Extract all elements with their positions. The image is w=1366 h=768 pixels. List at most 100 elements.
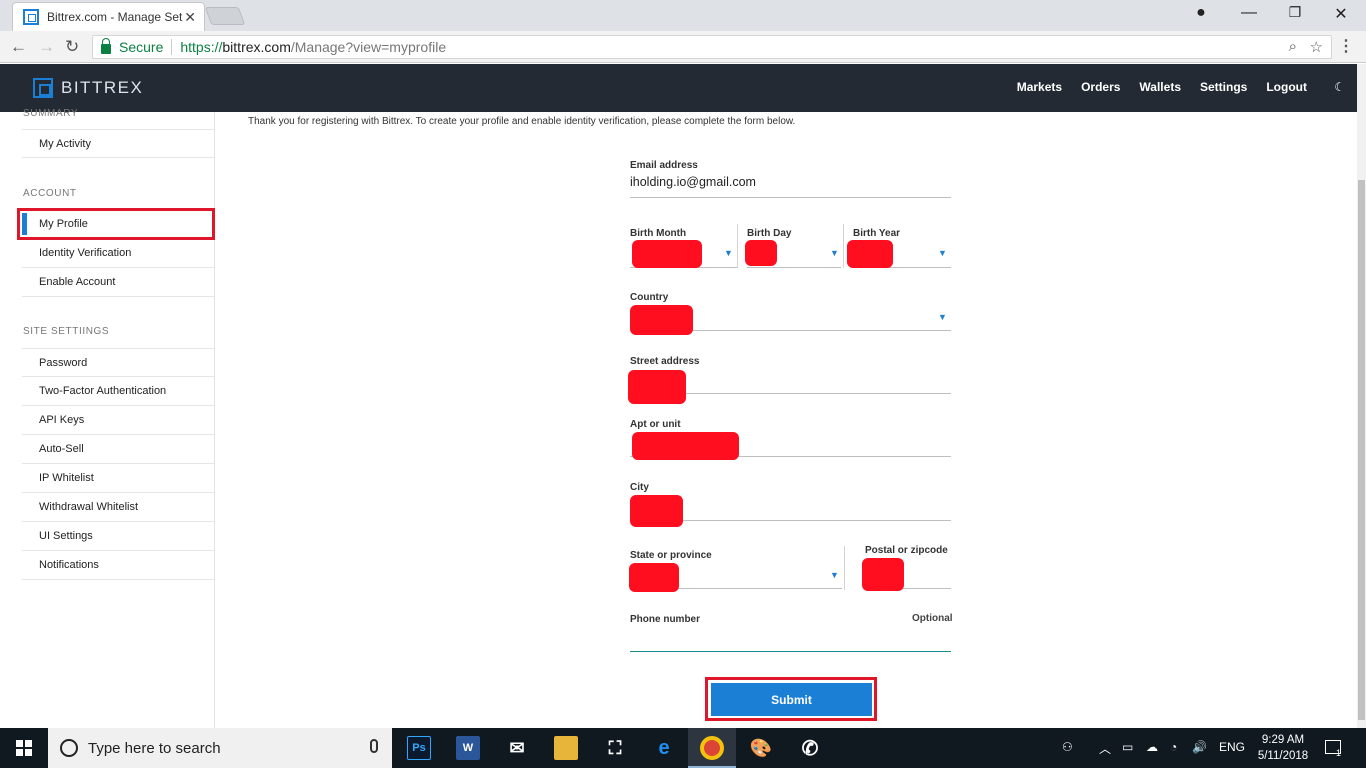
sidebar-item-password[interactable]: Password <box>22 348 214 377</box>
logo-text: BITTREX <box>61 78 144 97</box>
profile-icon[interactable]: ● <box>1186 4 1216 22</box>
browser-tab-bar: Bittrex.com - Manage Set ✕ ● — ❐ ✕ <box>0 0 1366 31</box>
birth-month-chevron-icon: ▼ <box>724 248 733 258</box>
sidebar-item-enable-account[interactable]: Enable Account <box>22 268 214 297</box>
windows-logo-icon <box>16 740 32 756</box>
address-divider <box>171 39 173 55</box>
nav-settings[interactable]: Settings <box>1200 80 1247 94</box>
taskbar-search[interactable]: Type here to search <box>48 728 392 768</box>
phone-icon[interactable]: ✆ <box>798 736 822 760</box>
battery-icon[interactable]: ▭ <box>1122 740 1133 754</box>
bookmark-star-icon[interactable]: ☆ <box>1310 38 1323 56</box>
account-heading: ACCOUNT <box>23 188 77 199</box>
url-path: /Manage?view=myprofile <box>290 39 447 55</box>
volume-icon[interactable]: 🔊 <box>1192 740 1207 754</box>
bittrex-favicon-icon <box>23 9 39 25</box>
nav-wallets[interactable]: Wallets <box>1139 80 1181 94</box>
close-tab-icon[interactable]: ✕ <box>184 9 196 26</box>
sidebar-item-api-keys[interactable]: API Keys <box>22 406 214 435</box>
email-value: iholding.io@gmail.com <box>630 175 756 189</box>
intro-text: Thank you for registering with Bittrex. … <box>248 116 796 127</box>
redacted-postal-code <box>862 558 904 591</box>
top-nav: Markets Orders Wallets Settings Logout <box>998 80 1307 94</box>
birth-day-chevron-icon: ▼ <box>830 248 839 258</box>
bittrex-logo-icon <box>33 78 53 98</box>
submit-button[interactable]: Submit <box>711 683 872 716</box>
street-address-label: Street address <box>630 356 700 367</box>
tray-expand-icon[interactable]: ︿ <box>1099 740 1111 757</box>
minimize-icon[interactable]: — <box>1234 4 1264 22</box>
notification-count: 1 <box>1336 748 1342 758</box>
birth-year-chevron-icon: ▼ <box>938 248 947 258</box>
birth-divider-2 <box>843 224 844 268</box>
back-icon[interactable]: ← <box>10 37 27 57</box>
phone-optional-label: Optional <box>912 613 953 624</box>
browser-tab[interactable]: Bittrex.com - Manage Set ✕ <box>12 2 205 31</box>
start-button[interactable] <box>0 728 48 768</box>
people-icon[interactable]: ⚇ <box>1062 740 1073 754</box>
sidebar-item-auto-sell[interactable]: Auto-Sell <box>22 435 214 464</box>
url-host: bittrex.com <box>222 39 291 55</box>
paint-icon[interactable]: 🎨 <box>749 736 773 760</box>
chrome-icon[interactable] <box>700 736 724 760</box>
photoshop-icon[interactable]: Ps <box>407 736 431 760</box>
phone-number-field[interactable]: Phone number <box>630 614 951 652</box>
edge-icon[interactable]: e <box>652 736 676 760</box>
close-window-icon[interactable]: ✕ <box>1326 4 1356 24</box>
sidebar-item-two-factor[interactable]: Two-Factor Authentication <box>22 377 214 406</box>
mail-icon[interactable]: ✉ <box>505 736 529 760</box>
tab-title: Bittrex.com - Manage Set <box>47 10 183 24</box>
bittrex-logo[interactable]: BITTREX <box>33 78 143 98</box>
country-label: Country <box>630 292 669 303</box>
address-bar[interactable]: Secure https:// bittrex.com /Manage?view… <box>92 35 1332 59</box>
site-header: BITTREX Markets Orders Wallets Settings … <box>0 64 1357 112</box>
zoom-icon[interactable]: ⌕ <box>1289 38 1297 55</box>
moon-icon[interactable]: ☾ <box>1334 80 1345 94</box>
nav-orders[interactable]: Orders <box>1081 80 1120 94</box>
birth-divider-1 <box>737 224 738 268</box>
onedrive-icon[interactable]: ☁ <box>1146 740 1158 754</box>
forward-icon[interactable]: → <box>38 37 55 57</box>
taskbar-search-placeholder: Type here to search <box>88 739 221 757</box>
sidebar-item-ip-whitelist[interactable]: IP Whitelist <box>22 464 214 493</box>
taskbar-clock[interactable]: 9:29 AM 5/11/2018 <box>1248 732 1318 764</box>
language-indicator[interactable]: ENG <box>1219 740 1245 754</box>
sidebar-item-notifications[interactable]: Notifications <box>22 551 214 580</box>
restore-icon[interactable]: ❐ <box>1280 4 1310 21</box>
redacted-apt-unit <box>632 432 739 460</box>
store-icon[interactable]: ⛶ <box>603 736 627 760</box>
browser-menu-icon[interactable]: ⋮ <box>1338 36 1354 56</box>
redacted-birth-month <box>632 240 702 268</box>
apt-unit-label: Apt or unit <box>630 419 681 430</box>
cortana-icon <box>60 739 78 757</box>
sidebar-item-my-activity[interactable]: My Activity <box>22 129 214 158</box>
nav-logout[interactable]: Logout <box>1266 80 1307 94</box>
birth-month-label: Birth Month <box>630 228 687 239</box>
state-chevron-icon: ▼ <box>830 570 839 580</box>
microphone-icon[interactable] <box>370 739 378 753</box>
redacted-state <box>629 563 679 592</box>
state-postal-divider <box>844 546 845 590</box>
page-scrollbar[interactable] <box>1357 64 1366 728</box>
settings-sidebar: SUMMARY My Activity ACCOUNT My Profile I… <box>0 108 215 728</box>
sidebar-item-withdrawal-whitelist[interactable]: Withdrawal Whitelist <box>22 493 214 522</box>
sidebar-item-identity-verification[interactable]: Identity Verification <box>22 239 214 268</box>
email-label: Email address <box>630 160 698 171</box>
redacted-country <box>630 305 693 335</box>
reload-icon[interactable]: ↻ <box>65 37 79 57</box>
scrollbar-thumb[interactable] <box>1358 180 1365 720</box>
state-province-label: State or province <box>630 550 712 561</box>
wifi-icon[interactable]: ◔ <box>1170 740 1177 754</box>
phone-number-label: Phone number <box>630 614 701 625</box>
sidebar-item-my-profile[interactable]: My Profile <box>17 208 215 240</box>
birth-year-label: Birth Year <box>853 228 901 239</box>
new-tab-button[interactable] <box>204 7 246 25</box>
sidebar-item-ui-settings[interactable]: UI Settings <box>22 522 214 551</box>
nav-markets[interactable]: Markets <box>1017 80 1062 94</box>
redacted-birth-day <box>745 240 777 266</box>
email-field[interactable]: Email address iholding.io@gmail.com <box>630 160 951 198</box>
file-explorer-icon[interactable] <box>554 736 578 760</box>
clock-date: 5/11/2018 <box>1257 750 1309 762</box>
city-label: City <box>630 482 649 493</box>
word-icon[interactable]: W <box>456 736 480 760</box>
